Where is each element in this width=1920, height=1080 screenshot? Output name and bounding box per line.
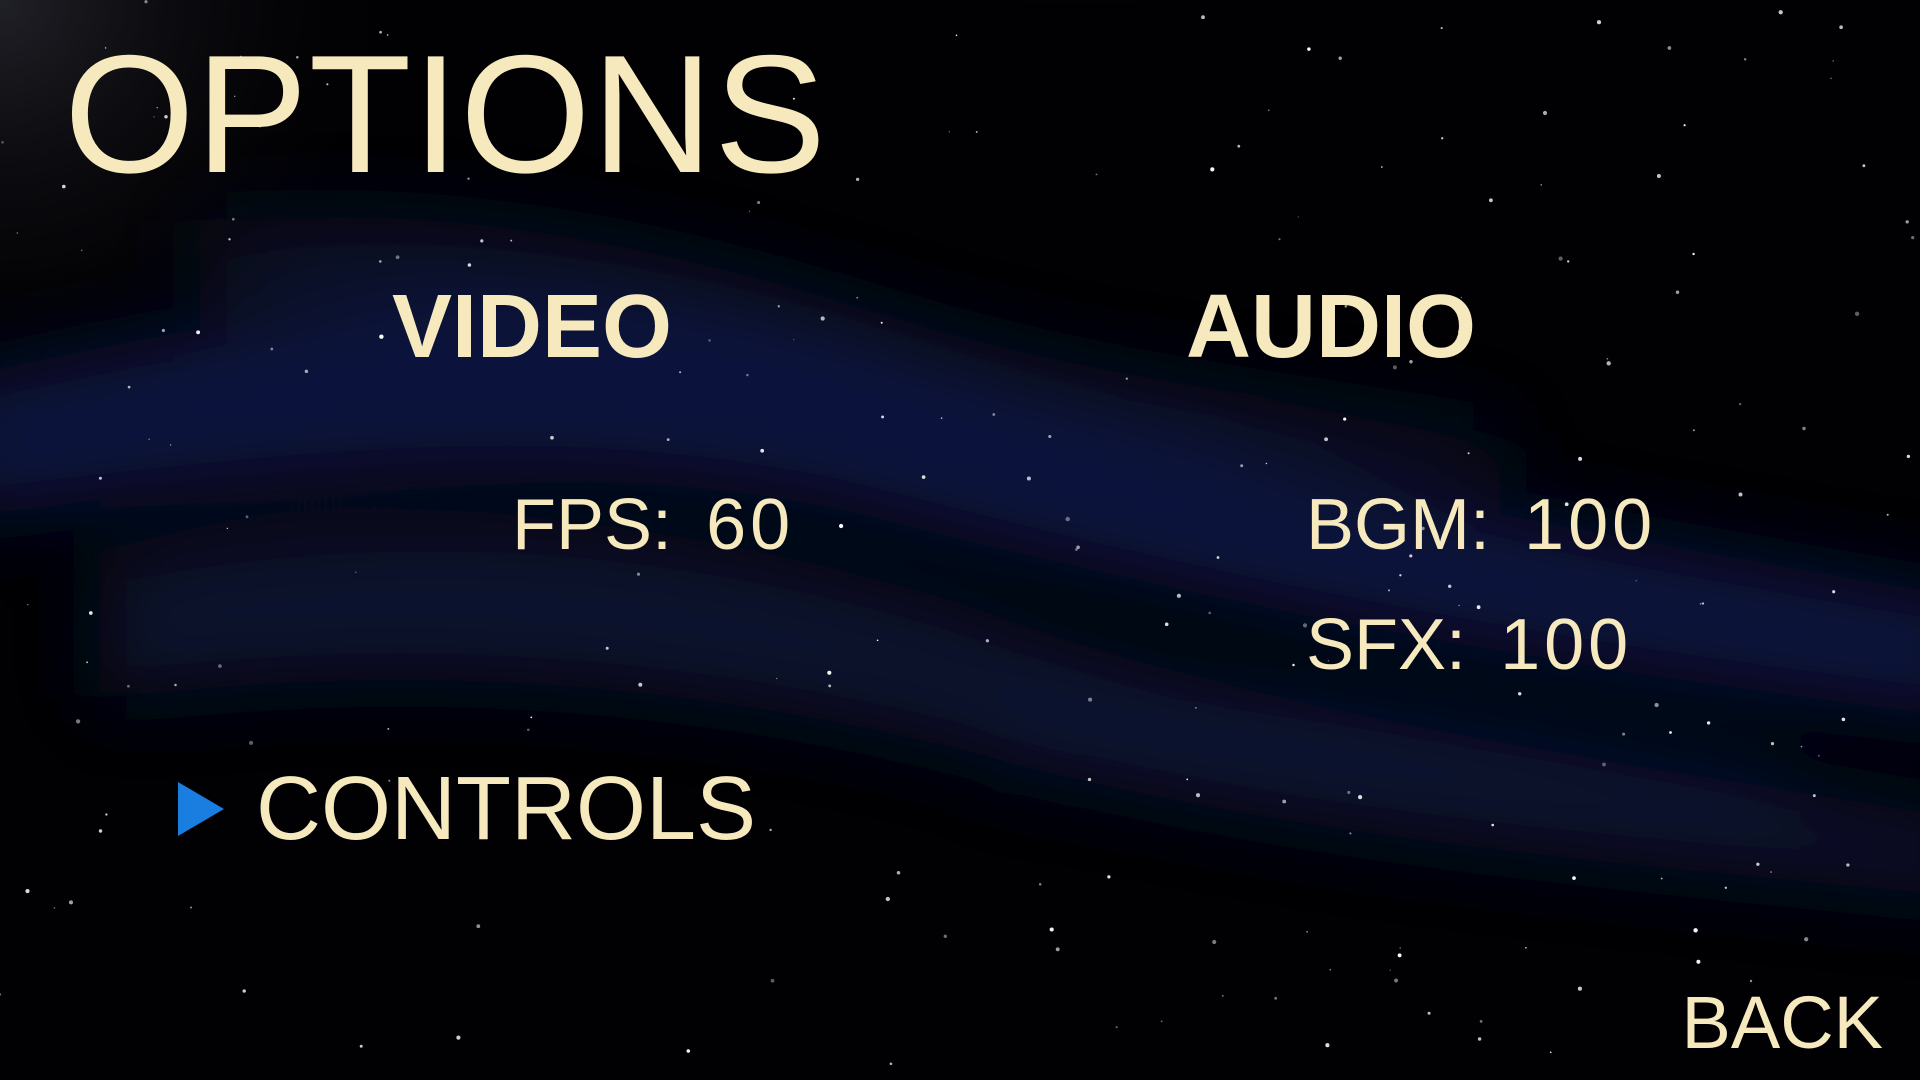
back-button[interactable]: BACK (1681, 986, 1883, 1060)
fps-label: FPS: (512, 485, 673, 565)
controls-menu-item[interactable]: CONTROLS (178, 764, 756, 854)
audio-heading: AUDIO (1186, 277, 1476, 377)
sfx-value: 100 (1500, 605, 1633, 685)
sfx-label: SFX: (1306, 605, 1467, 685)
fps-value: 60 (706, 485, 795, 565)
page-title: OPTIONS (64, 20, 828, 208)
video-heading: VIDEO (392, 277, 673, 377)
sfx-setting[interactable]: SFX: 100 (1186, 537, 1632, 753)
controls-label: CONTROLS (256, 759, 757, 859)
options-screen: OPTIONS VIDEO FPS: 60 AUDIO BGM: 100 SFX: 1… (0, 0, 1920, 1080)
triangle-right-icon (178, 782, 224, 836)
fps-setting[interactable]: FPS: 60 (392, 417, 794, 633)
